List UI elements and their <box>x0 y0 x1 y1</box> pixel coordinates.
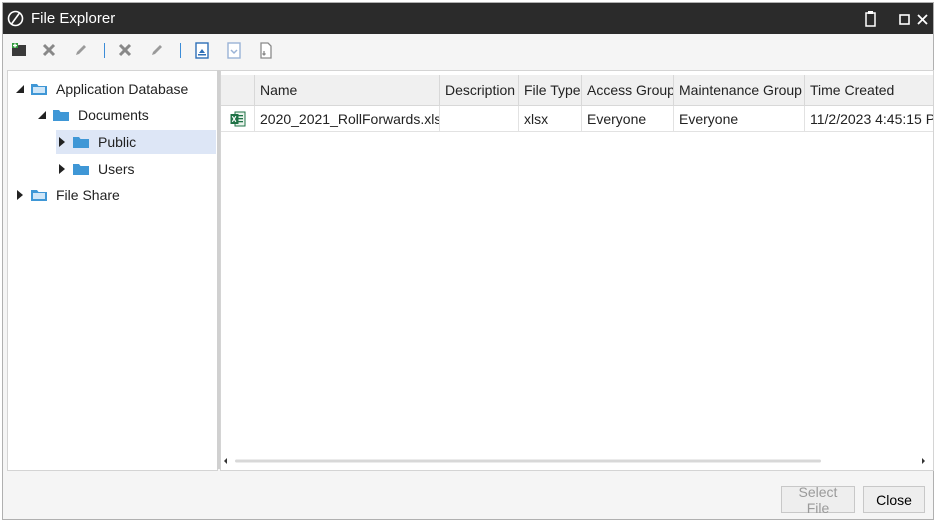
cell-file-type: xlsx <box>519 106 582 132</box>
toolbar <box>3 34 933 67</box>
expanded-arrow-icon[interactable] <box>14 83 26 95</box>
tree-node-label: Application Database <box>56 81 189 97</box>
icon-column-header <box>221 75 255 106</box>
rename-folder-icon[interactable] <box>71 40 91 60</box>
scroll-right-icon[interactable] <box>922 458 925 464</box>
column-header-file-type[interactable]: File Type <box>519 75 582 106</box>
upload-file-icon[interactable] <box>192 40 212 60</box>
download-file-icon[interactable] <box>256 40 276 60</box>
close-button[interactable]: Close <box>863 486 925 513</box>
toolbar-separator <box>180 43 181 58</box>
folder-icon <box>73 137 89 148</box>
collapsed-arrow-icon[interactable] <box>56 163 68 175</box>
tree-node-label: Public <box>98 134 137 150</box>
tree-node-label: Documents <box>78 107 149 123</box>
tree-node-users[interactable]: Users <box>56 157 135 181</box>
tree-node-documents[interactable]: Documents <box>36 103 149 127</box>
pin-icon[interactable] <box>861 9 881 29</box>
tree-node-public[interactable]: Public <box>56 130 216 154</box>
maximize-icon[interactable] <box>895 9 915 29</box>
cell-maintenance-group: Everyone <box>674 106 805 132</box>
folder-icon <box>73 164 89 175</box>
excel-file-icon <box>221 106 255 132</box>
app-logo-icon <box>7 10 24 27</box>
tree-node-label: File Share <box>56 187 120 203</box>
delete-file-icon[interactable] <box>115 40 135 60</box>
close-icon[interactable] <box>913 9 933 29</box>
tree-node-label: Users <box>98 161 135 177</box>
cell-access-group: Everyone <box>582 106 674 132</box>
file-grid: Name Description File Type Access Group … <box>220 70 934 471</box>
share-folder-icon <box>31 190 47 201</box>
column-header-name[interactable]: Name <box>255 75 440 106</box>
title-bar: File Explorer <box>3 3 933 34</box>
save-file-icon[interactable] <box>224 40 244 60</box>
cell-description <box>440 106 519 132</box>
window-title: File Explorer <box>31 10 116 27</box>
scroll-left-icon[interactable] <box>224 458 227 464</box>
file-explorer-window: File Explorer Application Database Docum… <box>2 2 934 520</box>
column-header-description[interactable]: Description <box>440 75 519 106</box>
select-file-button[interactable]: Select File <box>781 484 855 516</box>
scrollbar-thumb[interactable] <box>235 459 821 463</box>
edit-file-icon[interactable] <box>147 40 167 60</box>
toolbar-separator <box>104 43 105 58</box>
tree-node-file-share[interactable]: File Share <box>14 183 120 207</box>
delete-folder-icon[interactable] <box>39 40 59 60</box>
cell-name: 2020_2021_RollForwards.xlsx <box>255 106 440 132</box>
column-header-time-created[interactable]: Time Created <box>805 75 933 106</box>
database-folder-icon <box>31 84 47 95</box>
expanded-arrow-icon[interactable] <box>36 109 48 121</box>
add-folder-icon[interactable] <box>10 40 30 60</box>
tree-node-application-database[interactable]: Application Database <box>14 77 188 101</box>
column-header-access-group[interactable]: Access Group <box>582 75 674 106</box>
folder-icon <box>53 110 69 121</box>
horizontal-scrollbar[interactable] <box>223 455 929 467</box>
folder-tree: Application Database Documents Public Us… <box>7 70 218 471</box>
column-header-maintenance-group[interactable]: Maintenance Group <box>674 75 805 106</box>
collapsed-arrow-icon[interactable] <box>14 189 26 201</box>
cell-time-created: 11/2/2023 4:45:15 PM <box>805 106 933 132</box>
collapsed-arrow-icon[interactable] <box>56 136 68 148</box>
